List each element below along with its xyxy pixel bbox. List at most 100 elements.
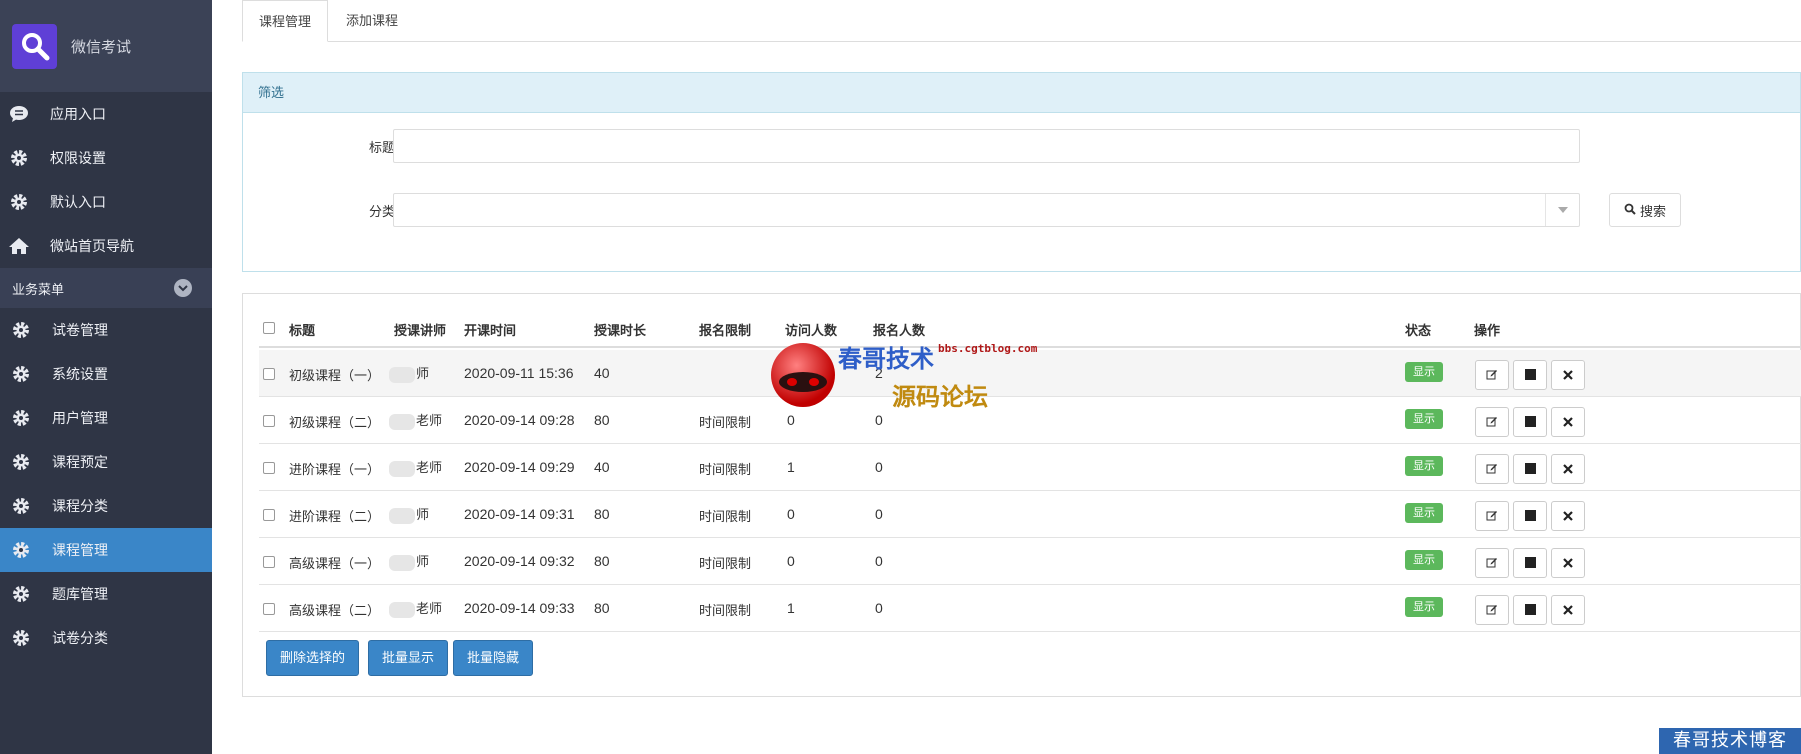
status-badge[interactable]: 显示 — [1405, 503, 1443, 523]
stop-button[interactable] — [1513, 360, 1547, 390]
col-visits: 访问人数 — [785, 323, 838, 338]
tab-course-manage[interactable]: 课程管理 — [242, 0, 329, 42]
delete-button[interactable] — [1551, 501, 1585, 531]
table-row: 进阶课程（二） 师 2020-09-14 09:31 80 时间限制 0 0 显示 — [259, 491, 1801, 538]
select-all-checkbox[interactable] — [263, 322, 275, 334]
gear-icon — [10, 319, 32, 341]
sidebar-item-business-7[interactable]: 试卷分类 — [0, 616, 212, 660]
stop-button[interactable] — [1513, 501, 1547, 531]
stop-icon — [1524, 509, 1536, 524]
sidebar-item-label: 课程预定 — [52, 454, 108, 470]
delete-selected-button[interactable]: 删除选择的 — [266, 640, 360, 676]
row-checkbox[interactable] — [263, 603, 275, 615]
tab-add-course[interactable]: 添加课程 — [330, 0, 414, 42]
sidebar-item-business-1[interactable]: 系统设置 — [0, 352, 212, 396]
col-start-time: 开课时间 — [464, 323, 517, 338]
course-title: 进阶课程（一） — [289, 462, 381, 477]
search-button[interactable]: 搜索 — [1609, 193, 1681, 227]
gear-icon — [10, 407, 32, 429]
edit-button[interactable] — [1475, 548, 1509, 578]
course-limit: 时间限制 — [699, 462, 752, 477]
stop-icon — [1524, 415, 1536, 430]
status-badge[interactable]: 显示 — [1405, 456, 1443, 476]
table-row: 高级课程（二） 老师 2020-09-14 09:33 80 时间限制 1 0 显示 — [259, 585, 1801, 632]
delete-button[interactable] — [1551, 407, 1585, 437]
delete-button[interactable] — [1551, 548, 1585, 578]
row-checkbox[interactable] — [263, 415, 275, 427]
stop-button[interactable] — [1513, 595, 1547, 625]
brand[interactable]: 微信考试 — [0, 0, 212, 92]
close-icon — [1563, 415, 1573, 430]
sidebar-item-label: 权限设置 — [50, 150, 106, 166]
gear-icon — [10, 363, 32, 385]
status-badge[interactable]: 显示 — [1405, 597, 1443, 617]
delete-button[interactable] — [1551, 454, 1585, 484]
sidebar-item-app-entry[interactable]: 应用入口 — [0, 92, 212, 136]
stop-icon — [1524, 603, 1536, 618]
category-select[interactable] — [393, 193, 1580, 227]
edit-button[interactable] — [1475, 595, 1509, 625]
stop-button[interactable] — [1513, 548, 1547, 578]
stop-button[interactable] — [1513, 454, 1547, 484]
course-teacher: 师 — [389, 363, 429, 383]
bulk-show-button[interactable]: 批量显示 — [368, 640, 449, 676]
delete-button[interactable] — [1551, 595, 1585, 625]
course-title: 高级课程（一） — [289, 556, 381, 571]
course-duration: 80 — [594, 506, 610, 522]
sidebar-item-label: 微站首页导航 — [50, 238, 134, 254]
course-duration: 80 — [594, 600, 610, 616]
row-checkbox[interactable] — [263, 462, 275, 474]
course-start-time: 2020-09-14 09:29 — [464, 459, 575, 475]
delete-button[interactable] — [1551, 360, 1585, 390]
edit-button[interactable] — [1475, 501, 1509, 531]
course-title: 初级课程（一） — [289, 368, 381, 383]
status-badge[interactable]: 显示 — [1405, 362, 1443, 382]
course-teacher: 师 — [389, 504, 429, 524]
col-signups: 报名人数 — [873, 323, 926, 338]
course-teacher: 老师 — [389, 457, 442, 477]
edit-button[interactable] — [1475, 360, 1509, 390]
sidebar-item-label: 用户管理 — [52, 410, 108, 426]
sidebar-item-business-6[interactable]: 题库管理 — [0, 572, 212, 616]
sidebar-section-business[interactable]: 业务菜单 — [0, 268, 212, 308]
sidebar-item-business-2[interactable]: 用户管理 — [0, 396, 212, 440]
category-label: 分类 — [368, 204, 395, 219]
sidebar-item-label: 课程分类 — [52, 498, 108, 514]
sidebar-item-business-4[interactable]: 课程分类 — [0, 484, 212, 528]
edit-button[interactable] — [1475, 454, 1509, 484]
sidebar-item-permissions[interactable]: 权限设置 — [0, 136, 212, 180]
stop-button[interactable] — [1513, 407, 1547, 437]
sidebar-item-business-5[interactable]: 课程管理 — [0, 528, 212, 572]
sidebar-item-default-entry[interactable]: 默认入口 — [0, 180, 212, 224]
course-duration: 40 — [594, 459, 610, 475]
status-badge[interactable]: 显示 — [1405, 409, 1443, 429]
table-row: 进阶课程（一） 老师 2020-09-14 09:29 40 时间限制 1 0 显示 — [259, 444, 1801, 491]
blurred-name — [389, 366, 415, 383]
filter-panel: 筛选 标题 分类 搜索 — [242, 72, 1801, 272]
edit-icon — [1486, 368, 1498, 383]
col-limit: 报名限制 — [699, 323, 752, 338]
edit-button[interactable] — [1475, 407, 1509, 437]
close-icon — [1563, 368, 1573, 383]
course-visits: 1 — [787, 600, 795, 616]
course-start-time: 2020-09-14 09:32 — [464, 553, 575, 569]
sidebar: 微信考试 应用入口 权限设置 默认入口 微站首页导航 业务菜单 试卷管理 系统设置… — [0, 0, 212, 754]
brand-title: 微信考试 — [71, 38, 132, 56]
row-checkbox[interactable] — [263, 509, 275, 521]
row-checkbox[interactable] — [263, 556, 275, 568]
search-logo-icon — [12, 23, 57, 69]
course-visits: 0 — [787, 506, 795, 522]
bulk-hide-button[interactable]: 批量隐藏 — [453, 640, 534, 676]
sidebar-item-business-3[interactable]: 课程预定 — [0, 440, 212, 484]
corner-watermark: 春哥技术博客 — [1659, 728, 1801, 754]
sidebar-item-home-nav[interactable]: 微站首页导航 — [0, 224, 212, 268]
sidebar-item-label: 试卷分类 — [52, 630, 108, 646]
row-checkbox[interactable] — [263, 368, 275, 380]
course-signups: 0 — [875, 506, 883, 522]
sidebar-item-business-0[interactable]: 试卷管理 — [0, 308, 212, 352]
course-limit: 时间限制 — [699, 603, 752, 618]
title-input[interactable] — [393, 129, 1580, 163]
col-duration: 授课时长 — [594, 323, 647, 338]
status-badge[interactable]: 显示 — [1405, 550, 1443, 570]
sidebar-item-label: 题库管理 — [52, 586, 108, 602]
